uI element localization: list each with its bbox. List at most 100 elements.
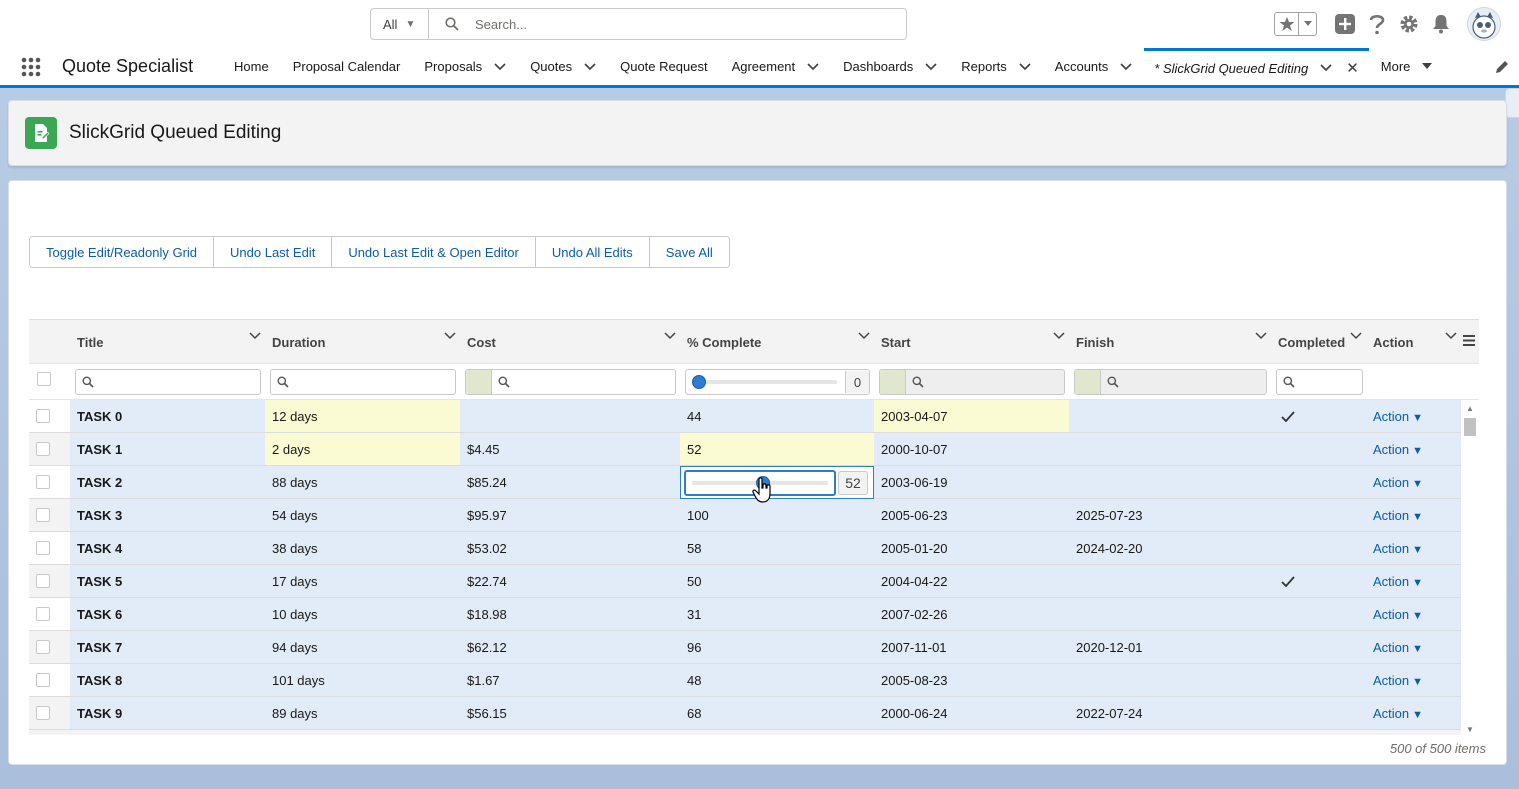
cell-start[interactable]: 2007-02-26 [874, 598, 1069, 630]
row-checkbox[interactable] [36, 508, 50, 522]
chevron-down-icon[interactable] [1120, 62, 1132, 71]
filter-operator-dropdown[interactable] [880, 370, 906, 394]
cell-action[interactable]: Action ▼ [1366, 664, 1461, 696]
nav-item-quote-request[interactable]: Quote Request [608, 48, 719, 85]
cell-action[interactable]: Action ▼ [1366, 697, 1461, 729]
cell-title[interactable]: TASK 2 [70, 466, 265, 498]
close-icon[interactable]: ✕ [1346, 59, 1359, 77]
setup-gear-icon[interactable] [1393, 8, 1425, 40]
cell-pct[interactable]: 48 [680, 664, 874, 696]
cell-pct[interactable]: 58 [680, 532, 874, 564]
column-header-action[interactable]: Action [1366, 320, 1461, 364]
cell-start[interactable]: 2005-08-23 [874, 664, 1069, 696]
table-row[interactable]: TASK 1 2 days $4.45 52 2000-10-07 Action ▼ [29, 433, 1461, 466]
column-menu-chevron-icon[interactable] [249, 328, 261, 343]
cell-title[interactable]: TASK 9 [70, 697, 265, 729]
cell-duration[interactable]: 89 days [265, 697, 460, 729]
scroll-down-arrow-icon[interactable]: ▼ [1466, 725, 1474, 734]
cell-duration[interactable]: 54 days [265, 499, 460, 531]
cell-title[interactable]: TASK 5 [70, 565, 265, 597]
cell-duration[interactable]: 12 days [265, 400, 460, 432]
cell-duration[interactable]: 88 days [265, 466, 460, 498]
cell-finish[interactable] [1069, 664, 1271, 696]
cell-pct[interactable]: 52 [680, 466, 874, 503]
cell-duration[interactable]: 94 days [265, 631, 460, 663]
cell-pct[interactable]: 31 [680, 598, 874, 630]
nav-more[interactable]: More [1369, 48, 1445, 85]
cell-cost[interactable]: $18.98 [460, 598, 680, 630]
help-icon[interactable] [1361, 8, 1393, 40]
cell-completed[interactable] [1271, 565, 1366, 597]
action-menu-link[interactable]: Action ▼ [1373, 673, 1423, 688]
cell-cost[interactable]: $56.15 [460, 697, 680, 729]
cell-title[interactable]: TASK 8 [70, 664, 265, 696]
table-row[interactable]: TASK 8 101 days $1.67 48 2005-08-23 Action ▼ [29, 664, 1461, 697]
action-menu-link[interactable]: Action ▼ [1373, 475, 1423, 490]
cell-duration[interactable]: 10 days [265, 598, 460, 630]
row-checkbox[interactable] [36, 409, 50, 423]
nav-item-accounts[interactable]: Accounts [1043, 48, 1144, 85]
row-checkbox[interactable] [36, 475, 50, 489]
cell-action[interactable]: Action ▼ [1366, 400, 1461, 432]
cell-action[interactable]: Action ▼ [1366, 466, 1461, 498]
filter-input-title[interactable] [75, 369, 261, 395]
filter-operator-dropdown[interactable] [466, 370, 492, 394]
filter-input-start[interactable] [879, 369, 1065, 395]
action-menu-link[interactable]: Action ▼ [1373, 541, 1423, 556]
column-header-finish[interactable]: Finish [1069, 320, 1271, 364]
user-avatar[interactable] [1467, 7, 1501, 41]
cell-finish[interactable]: 2022-07-24 [1069, 697, 1271, 729]
cell-finish[interactable]: 2020-12-01 [1069, 631, 1271, 663]
cell-title[interactable]: TASK 7 [70, 631, 265, 663]
filter-input-cost[interactable] [465, 369, 676, 395]
chevron-down-icon[interactable] [1019, 62, 1031, 71]
table-row[interactable]: TASK 4 38 days $53.02 58 2005-01-20 2024-02-2… [29, 532, 1461, 565]
grid-menu-icon[interactable] [1463, 334, 1475, 349]
action-menu-link[interactable]: Action ▼ [1373, 706, 1423, 721]
action-menu-link[interactable]: Action ▼ [1373, 409, 1423, 424]
save-all-button[interactable]: Save All [649, 237, 729, 267]
scrollbar-thumb[interactable] [1464, 418, 1476, 436]
chevron-down-icon[interactable] [807, 62, 819, 71]
filter-operator-dropdown[interactable] [1075, 370, 1101, 394]
table-row[interactable]: TASK 9 89 days $56.15 68 2000-06-24 2022-07-2… [29, 697, 1461, 730]
cell-finish[interactable] [1069, 598, 1271, 630]
cell-pct[interactable]: 68 [680, 697, 874, 729]
search-scope-dropdown[interactable]: All ▼ [371, 9, 429, 39]
cell-finish[interactable] [1069, 400, 1271, 432]
cell-title[interactable]: TASK 4 [70, 532, 265, 564]
column-menu-chevron-icon[interactable] [858, 328, 870, 343]
row-checkbox[interactable] [36, 673, 50, 687]
column-menu-chevron-icon[interactable] [664, 328, 676, 343]
cell-cost[interactable]: $4.45 [460, 433, 680, 465]
row-checkbox[interactable] [36, 607, 50, 621]
scroll-up-arrow-icon[interactable]: ▲ [1466, 404, 1474, 413]
row-checkbox[interactable] [36, 541, 50, 555]
cell-duration[interactable]: 38 days [265, 532, 460, 564]
column-menu-chevron-icon[interactable] [1053, 328, 1065, 343]
cell-completed[interactable] [1271, 400, 1366, 432]
cell-completed[interactable] [1271, 598, 1366, 630]
cell-start[interactable]: 2005-06-23 [874, 499, 1069, 531]
cell-action[interactable]: Action ▼ [1366, 631, 1461, 663]
cell-action[interactable]: Action ▼ [1366, 499, 1461, 531]
undo-all-edits-button[interactable]: Undo All Edits [535, 237, 650, 267]
cell-action[interactable]: Action ▼ [1366, 433, 1461, 465]
chevron-down-icon[interactable] [1320, 64, 1332, 72]
row-checkbox[interactable] [36, 706, 50, 720]
cell-start[interactable]: 2004-04-22 [874, 565, 1069, 597]
nav-item-agreement[interactable]: Agreement [720, 48, 832, 85]
cell-pct[interactable]: 100 [680, 499, 874, 531]
table-row[interactable]: TASK 0 12 days 44 2003-04-07 Action ▼ [29, 400, 1461, 433]
cell-title[interactable]: TASK 6 [70, 598, 265, 630]
cell-completed[interactable] [1271, 433, 1366, 465]
column-header-pct[interactable]: % Complete [680, 320, 874, 364]
cell-action[interactable]: Action ▼ [1366, 532, 1461, 564]
column-header-completed[interactable]: Completed [1271, 320, 1366, 364]
cell-cost[interactable] [460, 400, 680, 432]
filter-input-finish[interactable] [1074, 369, 1267, 395]
percent-complete-slider-editor[interactable]: 52 [680, 466, 874, 503]
cell-title[interactable]: TASK 3 [70, 499, 265, 531]
edit-pencil-icon[interactable] [1485, 48, 1519, 85]
cell-start[interactable]: 2007-11-01 [874, 631, 1069, 663]
